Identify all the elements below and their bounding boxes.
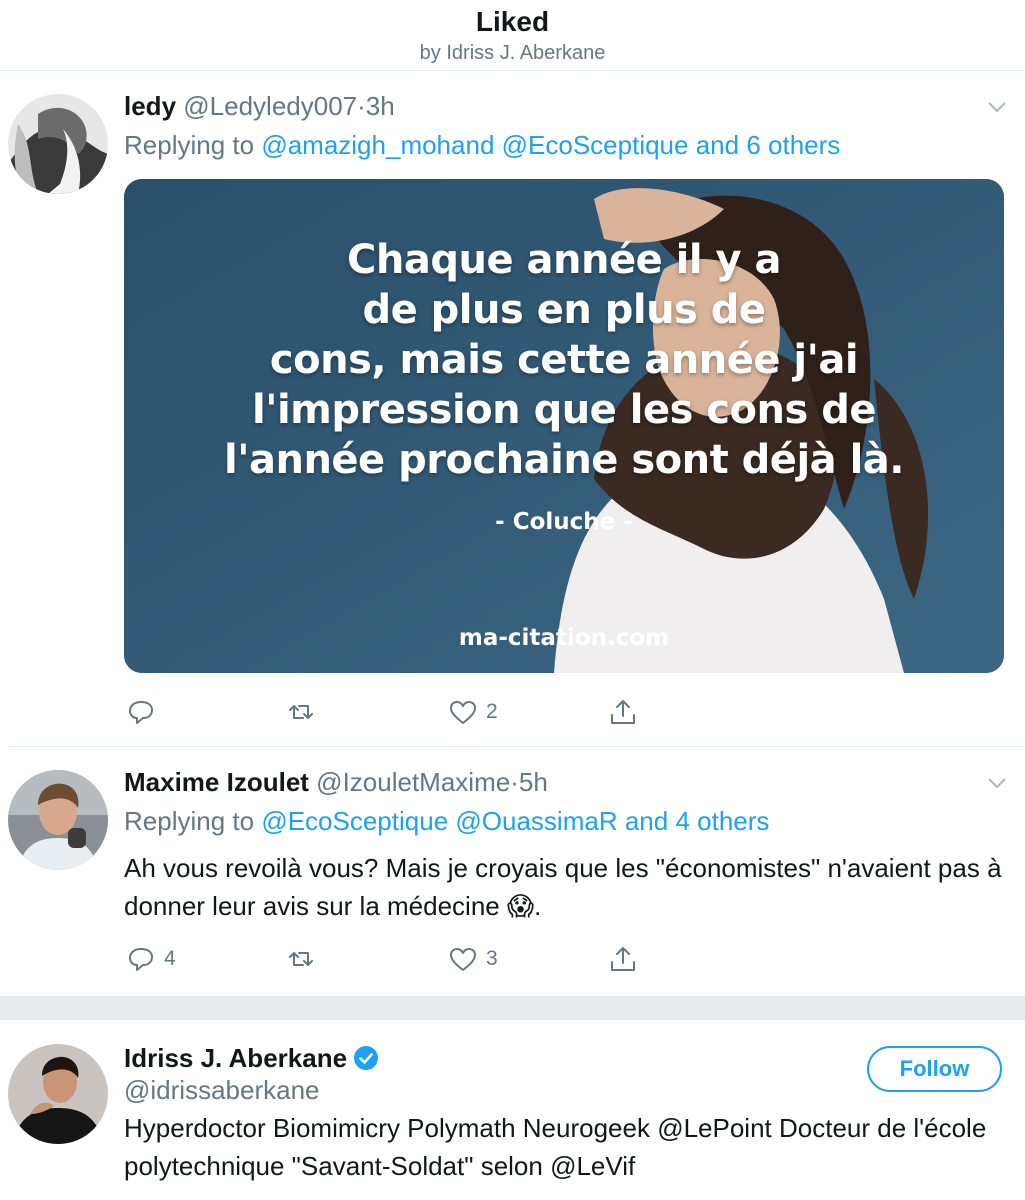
avatar[interactable] xyxy=(8,770,108,870)
profile-name[interactable]: Idriss J. Aberkane xyxy=(124,1043,347,1073)
chevron-down-icon[interactable] xyxy=(986,775,1008,791)
replying-to: Replying to @EcoSceptique @OuassimaR and… xyxy=(124,805,769,837)
follow-button[interactable]: Follow xyxy=(867,1046,1002,1092)
tweet-text: Ah vous revoilà vous? Mais je croyais qu… xyxy=(124,853,1002,921)
mention-link[interactable]: @amazigh_mohand xyxy=(261,130,494,160)
verified-badge-icon xyxy=(354,1046,379,1070)
profile-handle[interactable]: @idrissaberkane xyxy=(124,1074,319,1106)
retweet-button[interactable] xyxy=(286,697,316,727)
author-handle[interactable]: @IzouletMaxime xyxy=(316,767,510,797)
like-icon xyxy=(450,701,476,724)
quote-line: l'impression que les cons de xyxy=(252,387,876,433)
tweet[interactable]: ledy @Ledyledy007·3h Replying to @amazig… xyxy=(0,71,1025,747)
share-icon xyxy=(611,700,635,724)
quote-line: Chaque année il y a xyxy=(347,237,781,283)
like-button[interactable]: 2 xyxy=(448,697,498,727)
share-button[interactable] xyxy=(608,944,638,974)
mention-link[interactable]: @EcoSceptique xyxy=(502,130,689,160)
tweet-header: ledy @Ledyledy007·3h xyxy=(124,90,395,122)
like-button[interactable]: 3 xyxy=(448,944,498,974)
like-count: 2 xyxy=(486,700,498,723)
author-name[interactable]: ledy xyxy=(124,91,176,121)
reply-button[interactable]: 4 xyxy=(126,944,176,974)
mention-link[interactable]: @OuassimaR xyxy=(455,806,617,836)
like-count: 3 xyxy=(486,947,498,970)
reply-and: and xyxy=(624,806,669,836)
mention-link[interactable]: @EcoSceptique xyxy=(261,806,448,836)
share-button[interactable] xyxy=(608,697,638,727)
quote-text: Chaque année il y a de plus en plus de c… xyxy=(124,235,1004,485)
quote-site: ma-citation.com xyxy=(458,625,670,651)
reply-button[interactable] xyxy=(126,697,164,727)
profile-card[interactable]: Idriss J. Aberkane @idrissaberkane Follo… xyxy=(0,1020,1025,1200)
tweet-actions: 4 3 xyxy=(124,944,684,974)
page-subtitle: by Idriss J. Aberkane xyxy=(419,42,606,64)
chevron-down-icon[interactable] xyxy=(986,99,1008,115)
quote-line: l'année prochaine sont déjà là. xyxy=(224,437,904,483)
quote-line: de plus en plus de xyxy=(362,287,766,333)
separator: · xyxy=(510,767,519,797)
reply-count: 4 xyxy=(164,947,176,970)
replying-prefix: Replying to xyxy=(124,130,255,160)
profile-bio: Hyperdoctor Biomimicry Polymath Neurogee… xyxy=(124,1113,987,1181)
retweet-icon xyxy=(289,952,313,966)
profile-name-row: Idriss J. Aberkane xyxy=(124,1042,379,1074)
page-title: Liked xyxy=(475,6,550,37)
retweet-button[interactable] xyxy=(286,944,316,974)
replying-to: Replying to @amazigh_mohand @EcoSceptiqu… xyxy=(124,129,840,161)
replying-prefix: Replying to xyxy=(124,806,255,836)
author-name[interactable]: Maxime Izoulet xyxy=(124,767,309,797)
timestamp[interactable]: 3h xyxy=(366,91,395,121)
tweet-image[interactable]: Chaque année il y a de plus en plus de c… xyxy=(124,179,1004,673)
retweet-icon xyxy=(289,705,313,719)
page-header: Liked by Idriss J. Aberkane xyxy=(0,0,1025,71)
reply-icon xyxy=(129,701,153,724)
tweet[interactable]: Maxime Izoulet @IzouletMaxime·5h Replyin… xyxy=(0,747,1025,996)
timestamp[interactable]: 5h xyxy=(519,767,548,797)
others-link[interactable]: 6 others xyxy=(746,130,840,160)
avatar[interactable] xyxy=(8,1044,108,1144)
tweet-header: Maxime Izoulet @IzouletMaxime·5h xyxy=(124,766,548,798)
quote-line: cons, mais cette année j'ai xyxy=(269,337,859,383)
reply-and: and xyxy=(695,130,740,160)
share-icon xyxy=(611,947,635,971)
quote-author: - Coluche - xyxy=(495,509,633,535)
avatar[interactable] xyxy=(8,94,108,194)
section-gap xyxy=(0,996,1025,1020)
separator: · xyxy=(357,91,366,121)
tweet-actions: 2 xyxy=(124,697,684,727)
author-handle[interactable]: @Ledyledy007 xyxy=(183,91,357,121)
like-icon xyxy=(450,948,476,971)
others-link[interactable]: 4 others xyxy=(675,806,769,836)
reply-icon xyxy=(129,948,153,971)
